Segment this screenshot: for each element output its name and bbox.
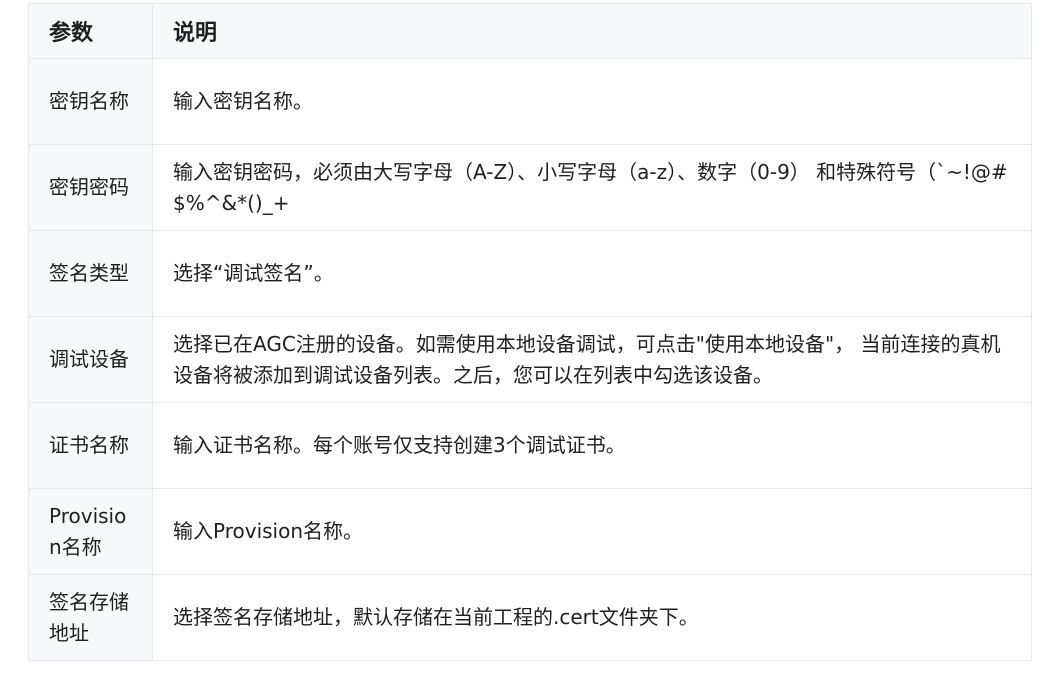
parameter-table-container: 参数 说明 密钥名称 输入密钥名称。 密钥密码 输入密钥密码，必须由大写字母（A… <box>28 3 1032 661</box>
param-cell: 密钥密码 <box>28 144 153 231</box>
param-cell: 签名类型 <box>28 230 153 317</box>
parameter-table: 参数 说明 密钥名称 输入密钥名称。 密钥密码 输入密钥密码，必须由大写字母（A… <box>28 3 1032 661</box>
param-cell: 密钥名称 <box>28 58 153 145</box>
desc-cell: 输入Provision名称。 <box>152 488 1032 575</box>
header-desc: 说明 <box>152 3 1032 59</box>
table-row: Provision名称 输入Provision名称。 <box>28 488 1032 575</box>
param-cell: 调试设备 <box>28 316 153 403</box>
table-row: 调试设备 选择已在AGC注册的设备。如需使用本地设备调试，可点击"使用本地设备"… <box>28 316 1032 403</box>
table-row: 密钥名称 输入密钥名称。 <box>28 58 1032 145</box>
desc-cell: 输入密钥密码，必须由大写字母（A-Z）、小写字母（a-z）、数字（0-9） 和特… <box>152 144 1032 231</box>
header-param: 参数 <box>28 3 153 59</box>
param-cell: 证书名称 <box>28 402 153 489</box>
table-header-row: 参数 说明 <box>28 3 1032 59</box>
desc-cell: 输入密钥名称。 <box>152 58 1032 145</box>
table-row: 签名存储地址 选择签名存储地址，默认存储在当前工程的.cert文件夹下。 <box>28 574 1032 661</box>
desc-cell: 输入证书名称。每个账号仅支持创建3个调试证书。 <box>152 402 1032 489</box>
table-row: 密钥密码 输入密钥密码，必须由大写字母（A-Z）、小写字母（a-z）、数字（0-… <box>28 144 1032 231</box>
param-cell: Provision名称 <box>28 488 153 575</box>
desc-cell: 选择签名存储地址，默认存储在当前工程的.cert文件夹下。 <box>152 574 1032 661</box>
table-row: 证书名称 输入证书名称。每个账号仅支持创建3个调试证书。 <box>28 402 1032 489</box>
param-cell: 签名存储地址 <box>28 574 153 661</box>
desc-cell: 选择已在AGC注册的设备。如需使用本地设备调试，可点击"使用本地设备"， 当前连… <box>152 316 1032 403</box>
table-row: 签名类型 选择“调试签名”。 <box>28 230 1032 317</box>
desc-cell: 选择“调试签名”。 <box>152 230 1032 317</box>
